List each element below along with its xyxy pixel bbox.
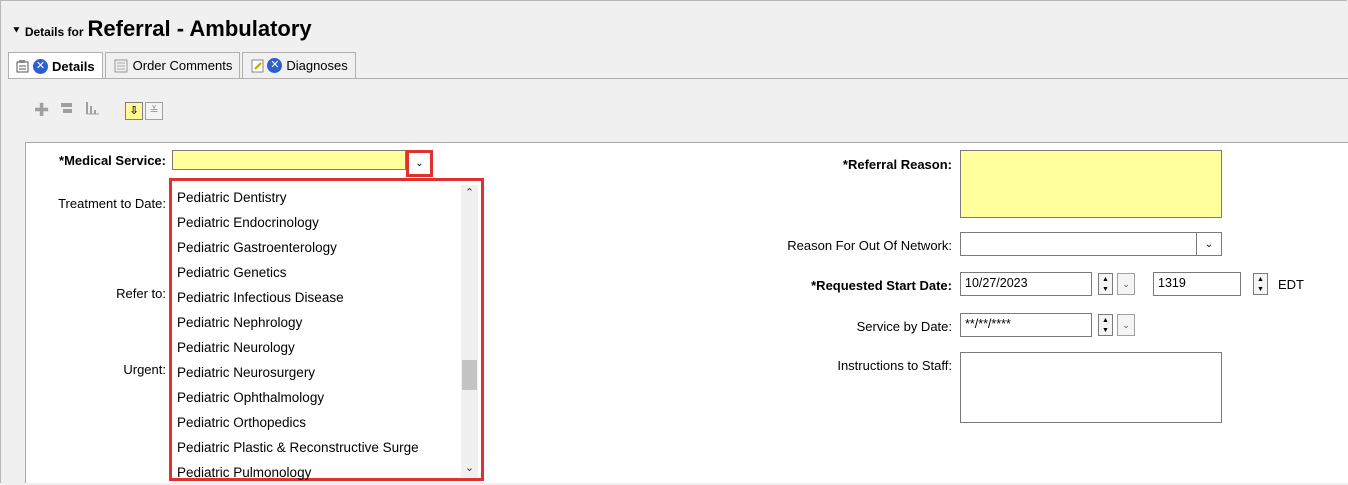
medical-service-label: *Medical Service: [59, 153, 166, 168]
list-item[interactable]: Pediatric Pulmonology [177, 460, 419, 485]
list-item[interactable]: Pediatric Orthopedics [177, 410, 419, 435]
medical-service-dropdown-list[interactable]: Pediatric Dentistry Pediatric Endocrinol… [169, 178, 484, 481]
list-item[interactable]: Pediatric Dentistry [177, 185, 419, 210]
order-title: Referral - Ambulatory [87, 16, 312, 41]
refer-to-label: Refer to: [116, 286, 166, 301]
list-item[interactable]: Pediatric Neurosurgery [177, 360, 419, 385]
referral-reason-label: *Referral Reason: [842, 157, 952, 172]
tab-bar: ✕ Details Order Comments ✕ Diagnoses [8, 52, 358, 79]
service-by-date-spinner[interactable]: ▲ ▼ [1098, 314, 1113, 336]
out-of-network-select[interactable]: ⌄ [960, 232, 1222, 256]
treatment-to-date-label: Treatment to Date: [58, 196, 166, 211]
medical-service-dropdown-button[interactable]: ⌄ [406, 150, 433, 177]
start-time-spinner[interactable]: ▲ ▼ [1253, 273, 1268, 295]
details-for-label: Details for [24, 25, 84, 39]
urgent-label: Urgent: [123, 362, 166, 377]
list-item[interactable]: Pediatric Plastic & Reconstructive Surge [177, 435, 419, 460]
list-item[interactable]: Pediatric Nephrology [177, 310, 419, 335]
tab-divider [8, 78, 1348, 79]
diagnoses-icon: ✕ [250, 58, 283, 73]
cancel-icon: ✕ [33, 58, 48, 74]
chevron-up-icon[interactable]: ⌃ [461, 185, 478, 202]
start-date-field[interactable]: 10/27/2023 [960, 272, 1092, 296]
tab-order-comments-label: Order Comments [132, 58, 233, 73]
list-item[interactable]: Pediatric Infectious Disease [177, 285, 419, 310]
requested-start-date-label: *Requested Start Date: [811, 278, 952, 293]
start-time-field[interactable]: 1319 [1153, 272, 1241, 296]
collapse-toggle-icon[interactable]: ⯆ [12, 25, 21, 38]
all-required-icon[interactable]: ≚ [145, 101, 164, 120]
cancel-icon: ✕ [267, 58, 283, 73]
chevron-down-icon: ⌄ [1122, 278, 1130, 289]
list-item[interactable]: Pediatric Neurology [177, 335, 419, 360]
chevron-down-icon: ⌄ [415, 158, 424, 169]
scrollbar-thumb[interactable] [462, 360, 477, 390]
referral-reason-input[interactable] [960, 150, 1222, 218]
timezone-label: EDT [1278, 277, 1304, 292]
start-date-calendar-button[interactable]: ⌄ [1117, 273, 1135, 295]
toolbar: ✚ ⇩ ≚ [34, 100, 165, 121]
chevron-down-icon[interactable]: ⌄ [461, 460, 478, 477]
instructions-to-staff-label: Instructions to Staff: [837, 358, 952, 373]
next-required-icon[interactable]: ⇩ [125, 101, 144, 120]
chart-icon[interactable] [85, 100, 101, 121]
tab-details-label: Details [52, 58, 95, 74]
list-item[interactable]: Pediatric Genetics [177, 260, 419, 285]
service-by-date-field[interactable]: **/**/**** [960, 313, 1092, 337]
modify-icon[interactable] [59, 100, 75, 121]
list-item[interactable]: Pediatric Gastroenterology [177, 235, 419, 260]
chevron-down-icon: ⌄ [1122, 319, 1130, 330]
tab-order-comments[interactable]: Order Comments [104, 52, 241, 78]
details-icon: ✕ [16, 58, 48, 74]
dropdown-scrollbar[interactable]: ⌃ ⌄ [461, 185, 478, 477]
start-date-spinner[interactable]: ▲ ▼ [1098, 273, 1113, 295]
tab-diagnoses[interactable]: ✕ Diagnoses [242, 52, 356, 78]
medical-service-input[interactable] [172, 150, 406, 170]
service-by-date-label: Service by Date: [856, 319, 952, 334]
comments-icon [113, 59, 129, 73]
add-icon[interactable]: ✚ [34, 100, 49, 121]
instructions-to-staff-input[interactable] [960, 352, 1222, 423]
list-item[interactable]: Pediatric Ophthalmology [177, 385, 419, 410]
tab-details[interactable]: ✕ Details [8, 52, 103, 79]
tab-diagnoses-label: Diagnoses [286, 58, 348, 73]
list-item[interactable]: Pediatric Endocrinology [177, 210, 419, 235]
chevron-down-icon[interactable]: ⌄ [1196, 233, 1221, 255]
details-header: ⯆ Details for Referral - Ambulatory [12, 16, 312, 42]
service-by-date-calendar-button[interactable]: ⌄ [1117, 314, 1135, 336]
out-of-network-label: Reason For Out Of Network: [787, 238, 952, 253]
